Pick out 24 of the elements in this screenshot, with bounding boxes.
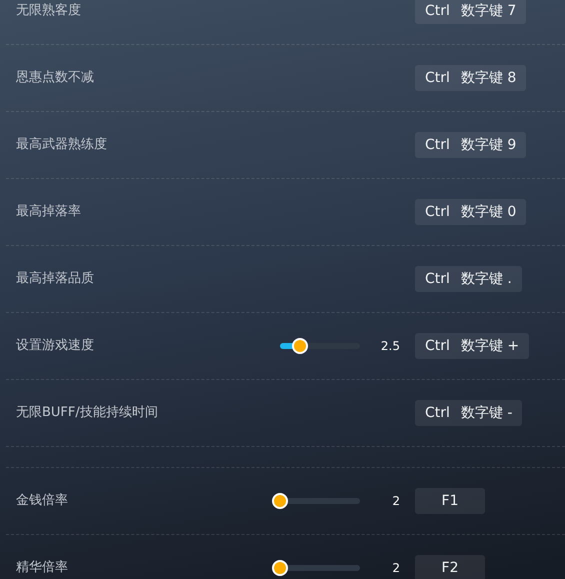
option-label: 无限BUFF/技能持续时间 [15, 404, 159, 422]
hotkey-button[interactable]: Ctrl 数字键 - [415, 400, 522, 426]
slider-value: 2 [391, 560, 400, 577]
option-label: 最高掉落品质 [15, 270, 95, 288]
option-label: 设置游戏速度 [15, 337, 95, 356]
hotkey-button[interactable]: Ctrl 数字键 9 [415, 132, 526, 158]
slider-thumb[interactable] [272, 560, 288, 576]
hotkey-button[interactable]: F1 [415, 488, 485, 514]
slider-thumb[interactable] [272, 493, 288, 509]
option-label: 无限熟客度 [15, 2, 82, 20]
hotkey-button[interactable]: Ctrl 数字键 . [415, 266, 522, 292]
option-label: 最高掉落率 [15, 203, 82, 222]
slider-value: 2 [391, 493, 400, 510]
option-label: 金钱倍率 [15, 492, 69, 510]
option-label: 恩惠点数不减 [15, 69, 95, 88]
hotkey-button[interactable]: Ctrl 数字键 8 [415, 65, 526, 91]
hotkey-button[interactable]: F2 [415, 555, 485, 579]
option-label: 最高武器熟练度 [15, 136, 108, 154]
hotkey-button[interactable]: Ctrl 数字键 0 [415, 199, 526, 225]
hotkey-button[interactable]: Ctrl 数字键 + [415, 333, 530, 359]
slider-value: 2.5 [380, 338, 400, 355]
slider-thumb[interactable] [292, 338, 308, 354]
option-label: 精华倍率 [15, 559, 69, 578]
hotkey-button[interactable]: Ctrl 数字键 7 [415, 0, 526, 24]
